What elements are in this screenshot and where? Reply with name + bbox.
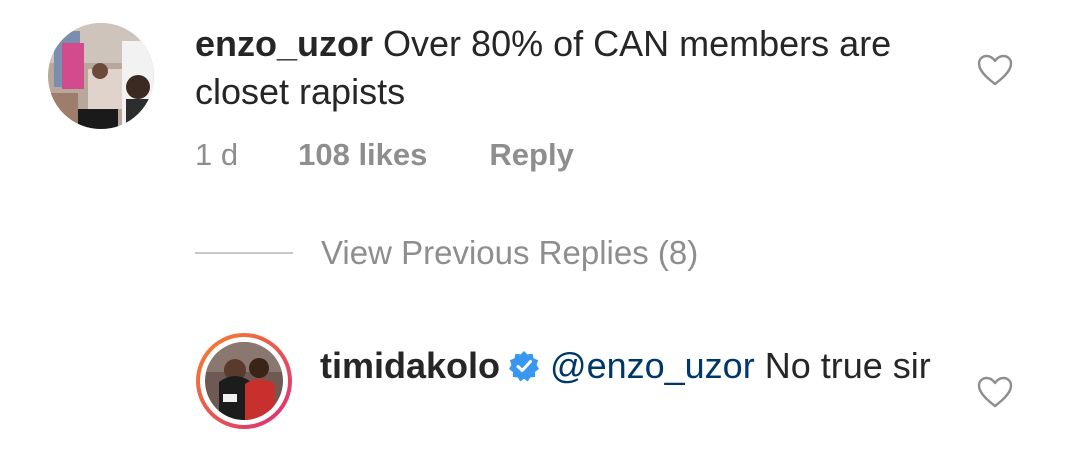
- reply-username[interactable]: timidakolo: [320, 345, 500, 386]
- reply-button[interactable]: Reply: [489, 137, 573, 173]
- comment-username[interactable]: enzo_uzor: [195, 23, 373, 64]
- avatar[interactable]: [48, 23, 154, 129]
- view-previous-label[interactable]: View Previous Replies (8): [321, 234, 698, 272]
- verified-badge-icon: [508, 346, 540, 382]
- heart-outline-icon[interactable]: [977, 54, 1013, 86]
- view-previous-replies[interactable]: View Previous Replies (8): [195, 234, 698, 272]
- reply-item: timidakolo @enzo_uzor No true sir: [0, 320, 1075, 461]
- comment-item: enzo_uzor Over 80% of CAN members are cl…: [0, 0, 1075, 200]
- comment-meta: 1 d 108 likes Reply: [195, 137, 574, 173]
- reply-text: No true sir: [764, 345, 931, 386]
- divider-line: [195, 252, 293, 254]
- mention-link[interactable]: @enzo_uzor: [550, 345, 755, 386]
- avatar-story-ring[interactable]: [196, 333, 292, 429]
- heart-outline-icon[interactable]: [977, 376, 1013, 408]
- comment-time: 1 d: [195, 137, 239, 172]
- likes-count[interactable]: 108 likes: [298, 137, 427, 173]
- comment-body: enzo_uzor Over 80% of CAN members are cl…: [195, 20, 955, 116]
- reply-body: timidakolo @enzo_uzor No true sir: [320, 342, 940, 390]
